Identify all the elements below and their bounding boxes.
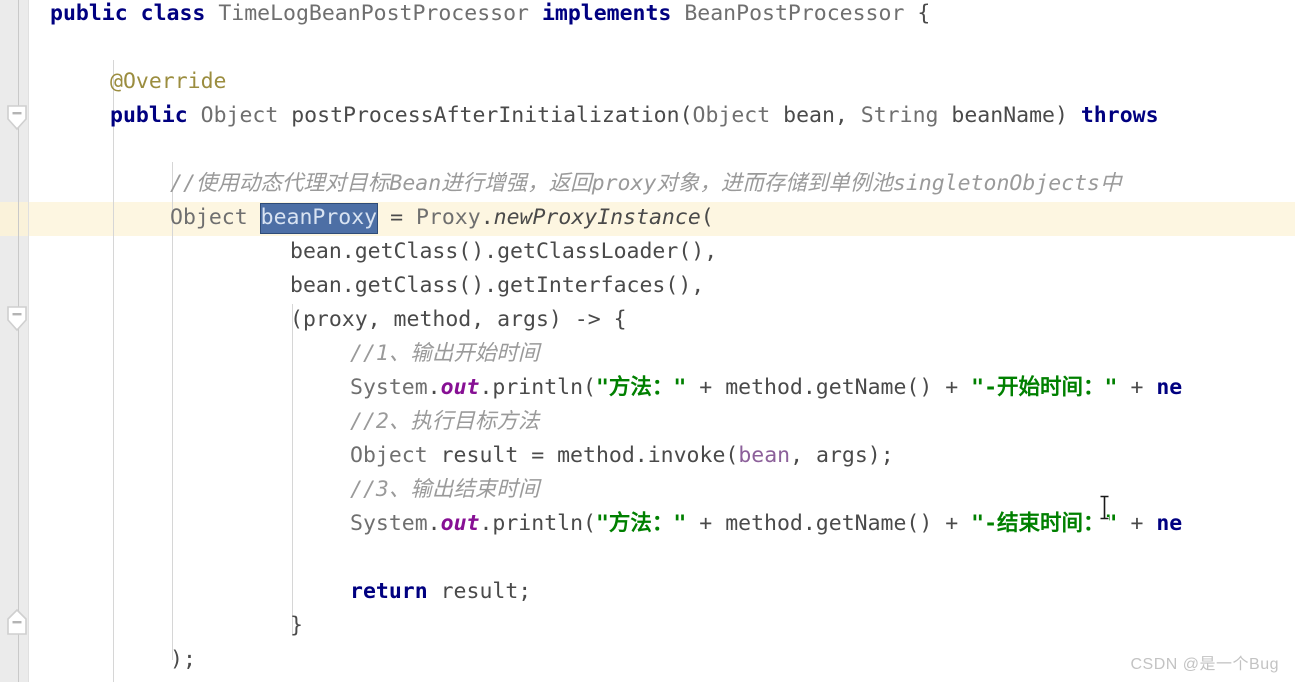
code-token: result;: [427, 579, 532, 604]
line-println-start[interactable]: System.out.println("方法：" + method.getNam…: [350, 371, 1182, 405]
code-token: throws: [1080, 103, 1159, 128]
line-lambda-open[interactable]: (proxy, method, args) -> {: [290, 303, 627, 337]
code-token: TimeLogBeanPostProcessor: [218, 1, 529, 26]
code-token: =: [377, 205, 416, 230]
code-editor-window[interactable]: public class TimeLogBeanPostProcessor im…: [0, 0, 1295, 682]
code-token: implements: [541, 1, 672, 26]
code-token: .: [427, 375, 441, 400]
code-token: Object: [692, 103, 771, 128]
code-token: beanName): [938, 103, 1081, 128]
code-token: newProxyInstance: [493, 205, 701, 230]
code-token: Proxy: [415, 205, 481, 230]
line-return-result[interactable]: return result;: [350, 575, 531, 609]
code-token: }: [290, 613, 303, 638]
code-token: public: [50, 1, 128, 26]
code-token: (proxy, method, args) -> {: [290, 307, 627, 332]
code-token: method.getName(): [725, 511, 933, 536]
line-bean-proxy-decl[interactable]: Object beanProxy = Proxy.newProxyInstanc…: [170, 201, 714, 235]
code-token: Object: [350, 443, 428, 468]
code-token: Object: [170, 205, 248, 230]
code-token: {: [904, 1, 931, 26]
line-override-annotation[interactable]: @Override: [110, 65, 227, 99]
code-token: "-结束时间：": [971, 511, 1118, 536]
code-token: +: [1117, 511, 1157, 536]
code-token: "-开始时间：": [971, 375, 1118, 400]
code-token: +: [686, 375, 726, 400]
line-invoke-result[interactable]: Object result = method.invoke(bean, args…: [350, 439, 894, 473]
line-interfaces-arg[interactable]: bean.getClass().getInterfaces(),: [290, 269, 704, 303]
code-token: .: [480, 205, 494, 230]
code-token: ne: [1156, 375, 1183, 400]
code-token: out: [440, 511, 480, 536]
code-token: public: [110, 103, 188, 128]
code-token: result = method.invoke(: [427, 443, 739, 468]
code-token: +: [1117, 375, 1157, 400]
code-token: String: [860, 103, 939, 128]
code-token: ne: [1156, 511, 1183, 536]
code-token: "方法：": [595, 375, 687, 400]
code-token: //使用动态代理对目标Bean进行增强，返回proxy对象，进而存储到单例池si…: [170, 171, 1122, 196]
code-token: bean,: [770, 103, 861, 128]
code-token: .println(: [479, 511, 596, 536]
csdn-watermark: CSDN @是一个Bug: [1130, 656, 1279, 673]
selected-token[interactable]: beanProxy: [260, 204, 378, 233]
code-token: );: [170, 647, 196, 672]
code-token: .: [427, 511, 441, 536]
code-token: (: [700, 205, 714, 230]
code-token: //1、输出开始时间: [350, 341, 540, 366]
code-token: System: [350, 375, 428, 400]
code-token: @Override: [110, 69, 227, 94]
code-token: "方法：": [595, 511, 687, 536]
code-token: bean.getClass().getInterfaces(),: [290, 273, 705, 298]
line-class-decl[interactable]: public class TimeLogBeanPostProcessor im…: [50, 0, 930, 31]
code-token: System: [350, 511, 428, 536]
code-token: , args);: [790, 443, 894, 468]
code-token: out: [440, 375, 480, 400]
text-ibeam-cursor: [1098, 495, 1111, 521]
code-token: .println(: [479, 375, 596, 400]
code-token: Object: [200, 103, 279, 128]
code-token: +: [686, 511, 726, 536]
line-comment-end-time[interactable]: //3、输出结束时间: [350, 473, 539, 507]
line-call-close[interactable]: );: [170, 643, 196, 677]
code-token: bean: [738, 443, 791, 468]
line-comment-proxy[interactable]: //使用动态代理对目标Bean进行增强，返回proxy对象，进而存储到单例池si…: [170, 167, 1122, 201]
code-token: method.getName(): [725, 375, 933, 400]
code-token: //2、执行目标方法: [350, 409, 540, 434]
line-comment-start-time[interactable]: //1、输出开始时间: [350, 337, 539, 371]
line-lambda-close[interactable]: }: [290, 609, 303, 643]
code-token: //3、输出结束时间: [350, 477, 540, 502]
code-token: return: [350, 579, 428, 604]
line-println-end[interactable]: System.out.println("方法：" + method.getNam…: [350, 507, 1182, 541]
code-text-layer[interactable]: public class TimeLogBeanPostProcessor im…: [0, 0, 1295, 682]
code-token: +: [932, 511, 972, 536]
line-classloader-arg[interactable]: bean.getClass().getClassLoader(),: [290, 235, 717, 269]
code-token: class: [140, 1, 206, 26]
line-method-signature[interactable]: public Object postProcessAfterInitializa…: [110, 99, 1159, 133]
line-comment-invoke[interactable]: //2、执行目标方法: [350, 405, 539, 439]
code-token: BeanPostProcessor: [684, 1, 905, 26]
code-token: +: [932, 375, 972, 400]
code-token: bean.getClass().getClassLoader(),: [290, 239, 718, 264]
code-token: postProcessAfterInitialization(: [278, 103, 693, 128]
